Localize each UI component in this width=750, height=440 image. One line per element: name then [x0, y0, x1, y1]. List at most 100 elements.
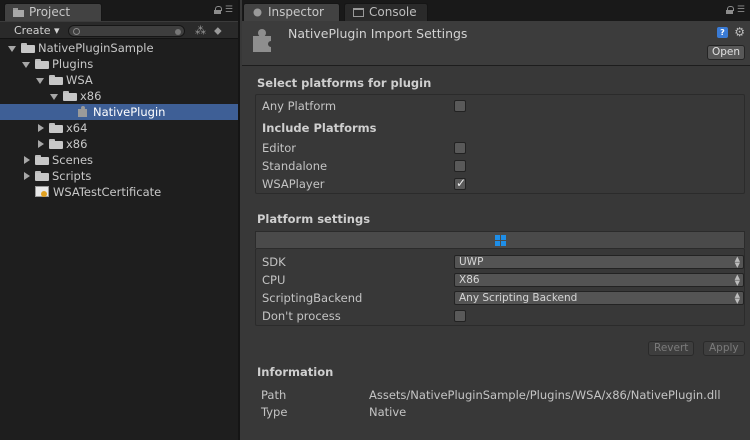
expand-down-icon[interactable]: [22, 60, 30, 68]
platform-checkbox-standalone[interactable]: [454, 160, 466, 172]
cert-icon: [35, 186, 49, 198]
expand-right-icon[interactable]: [36, 124, 44, 132]
tree-item[interactable]: Scripts: [0, 168, 238, 184]
no-expand-spacer: [22, 188, 30, 196]
folder-icon: [35, 155, 49, 165]
menu-icon[interactable]: ☰: [737, 6, 745, 15]
folder-icon: [35, 59, 49, 69]
info-icon: [253, 8, 262, 17]
filter-by-label-icon[interactable]: ⬥: [214, 25, 226, 36]
cpu-value: X86: [459, 274, 480, 286]
dropdown-arrows-icon: ▲ ▼: [734, 273, 740, 287]
path-value: Assets/NativePluginSample/Plugins/WSA/x8…: [369, 388, 721, 402]
folder-icon: [13, 8, 24, 17]
tree-item-label: WSATestCertificate: [53, 185, 162, 199]
project-panel: Project ☰ Create ▾ ⁂ ⬥ NativePluginSampl…: [0, 0, 240, 440]
folder-icon: [21, 43, 35, 53]
include-platforms-title: Include Platforms: [262, 121, 377, 135]
folder-icon: [49, 75, 63, 85]
platform-checkbox-wsaplayer[interactable]: ✓: [454, 176, 467, 190]
apply-button[interactable]: Apply: [703, 341, 745, 356]
search-input[interactable]: [68, 25, 185, 37]
expand-right-icon[interactable]: [22, 156, 30, 164]
checkmark-icon: ✓: [456, 176, 467, 190]
tree-item-label: x86: [80, 89, 102, 103]
plugin-icon: [77, 106, 89, 118]
path-row: Path Assets/NativePluginSample/Plugins/W…: [261, 388, 721, 402]
inspector-title: NativePlugin Import Settings: [288, 26, 468, 41]
dropdown-arrows-icon: ▲ ▼: [734, 255, 740, 269]
dont-process-label: Don't process: [262, 309, 341, 323]
tree-item-label: NativePluginSample: [38, 41, 154, 55]
cpu-label: CPU: [262, 273, 286, 287]
tree-item-label: Plugins: [52, 57, 94, 71]
sdk-label: SDK: [262, 255, 286, 269]
tree-item[interactable]: x86: [0, 136, 238, 152]
tree-item[interactable]: WSATestCertificate: [0, 184, 238, 200]
inspector-panel: Inspector Console ☰ NativePlugin Import …: [242, 0, 750, 440]
expand-down-icon[interactable]: [50, 92, 58, 100]
platforms-box: Any Platform Include Platforms Editor St…: [255, 94, 745, 194]
tab-console[interactable]: Console: [344, 3, 428, 21]
inspector-corner-icons: ☰: [725, 6, 745, 15]
platform-settings-title: Platform settings: [257, 212, 371, 226]
create-button[interactable]: Create ▾: [10, 24, 64, 37]
lock-icon[interactable]: [213, 6, 222, 14]
clear-search-icon[interactable]: [175, 29, 181, 35]
tree-item[interactable]: NativePlugin: [0, 104, 238, 120]
tab-console-label: Console: [369, 5, 417, 19]
scripting-backend-value: Any Scripting Backend: [459, 292, 578, 304]
sdk-dropdown[interactable]: UWP ▲ ▼: [454, 255, 744, 269]
lock-icon[interactable]: [725, 6, 734, 14]
inspector-header: NativePlugin Import Settings ? ⚙ Open: [242, 21, 750, 66]
project-tabbar: Project ☰: [0, 0, 238, 21]
dont-process-row: Don't process: [262, 308, 742, 324]
platform-checkbox-editor[interactable]: [454, 142, 466, 154]
any-platform-label: Any Platform: [262, 99, 337, 113]
windows-store-icon[interactable]: [495, 235, 506, 246]
type-label: Type: [261, 405, 288, 419]
dont-process-checkbox[interactable]: [454, 310, 466, 322]
filter-by-type-icon[interactable]: ⁂: [195, 25, 207, 36]
scripting-backend-row: ScriptingBackend Any Scripting Backend ▲…: [262, 290, 744, 306]
tree-item-label: Scripts: [52, 169, 92, 183]
tree-item-label: x64: [66, 121, 88, 135]
tab-inspector[interactable]: Inspector: [243, 3, 340, 21]
inspector-tabbar: Inspector Console ☰: [242, 0, 750, 21]
revert-button[interactable]: Revert: [648, 341, 695, 356]
cpu-dropdown[interactable]: X86 ▲ ▼: [454, 273, 744, 287]
tree-item[interactable]: Scenes: [0, 152, 238, 168]
help-icon[interactable]: ?: [717, 27, 728, 38]
project-corner-icons: ☰: [213, 6, 233, 15]
tree-item[interactable]: x64: [0, 120, 238, 136]
scripting-backend-dropdown[interactable]: Any Scripting Backend ▲ ▼: [454, 291, 744, 305]
folder-icon: [49, 139, 63, 149]
project-toolbar: Create ▾ ⁂ ⬥: [0, 21, 238, 39]
tab-project[interactable]: Project: [4, 3, 102, 21]
tree-item[interactable]: NativePluginSample: [0, 40, 238, 56]
any-platform-checkbox[interactable]: [454, 100, 466, 112]
cpu-row: CPU X86 ▲ ▼: [262, 272, 744, 288]
plugin-icon: [253, 29, 273, 52]
search-icon: [73, 28, 80, 35]
any-platform-row: Any Platform: [262, 98, 742, 114]
sdk-value: UWP: [459, 256, 484, 268]
open-button[interactable]: Open: [707, 45, 745, 60]
tree-item-label: Scenes: [52, 153, 94, 167]
tree-item[interactable]: x86: [0, 88, 238, 104]
type-row: Type Native: [261, 405, 406, 419]
console-icon: [353, 8, 364, 17]
expand-down-icon[interactable]: [8, 44, 16, 52]
platform-tab-bar: [255, 231, 745, 248]
tree-item-label: WSA: [66, 73, 93, 87]
platform-row-standalone: Standalone: [262, 158, 742, 174]
tab-project-label: Project: [29, 5, 71, 19]
tab-inspector-label: Inspector: [268, 5, 324, 19]
menu-icon[interactable]: ☰: [225, 6, 233, 15]
expand-down-icon[interactable]: [36, 76, 44, 84]
gear-icon[interactable]: ⚙: [734, 25, 745, 39]
tree-item[interactable]: Plugins: [0, 56, 238, 72]
expand-right-icon[interactable]: [22, 172, 30, 180]
tree-item[interactable]: WSA: [0, 72, 238, 88]
expand-right-icon[interactable]: [36, 140, 44, 148]
